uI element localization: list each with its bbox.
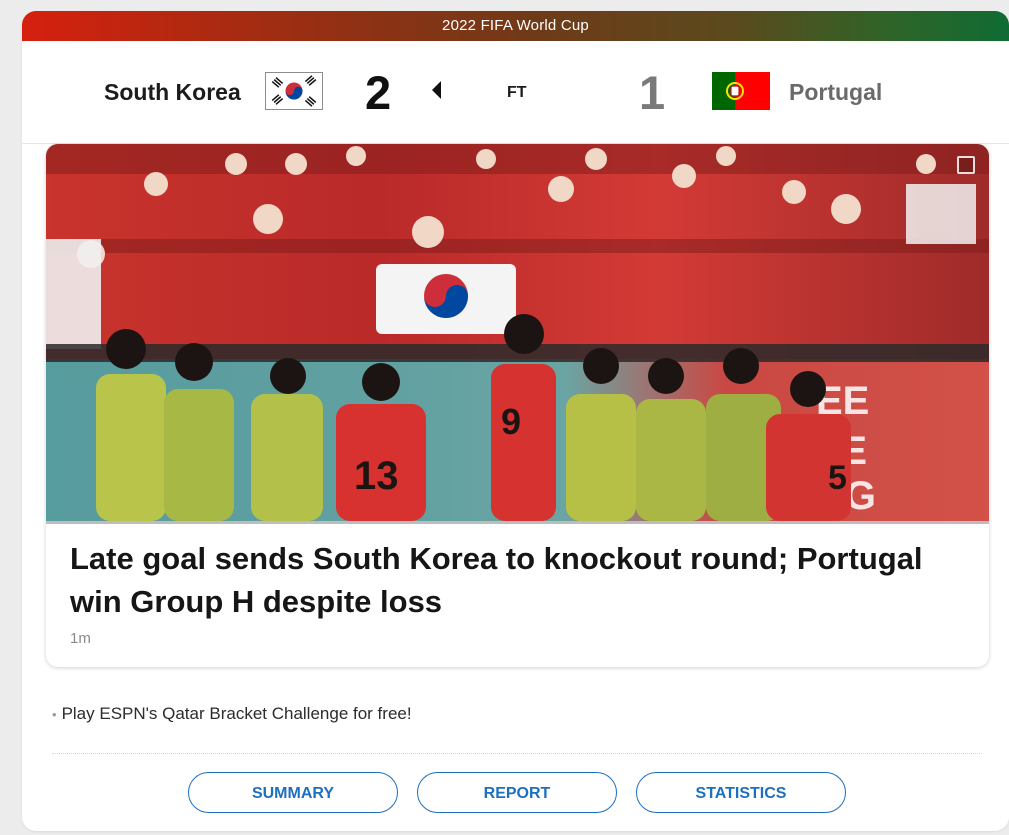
winner-indicator-icon: [432, 81, 441, 99]
portugal-flag-icon: [712, 72, 770, 110]
top-story-card[interactable]: EE LE NG: [46, 144, 989, 667]
match-status: FT: [507, 84, 527, 101]
photo-gallery-icon[interactable]: [957, 156, 975, 174]
away-team-name: Portugal: [789, 79, 883, 105]
celebration-photo[interactable]: EE LE NG: [46, 144, 989, 521]
photo-divider: [46, 521, 989, 524]
report-button[interactable]: REPORT: [417, 772, 617, 813]
story-headline[interactable]: Late goal sends South Korea to knockout …: [70, 537, 950, 623]
section-divider: [52, 753, 982, 754]
home-team-name: South Korea: [104, 79, 241, 105]
south-korea-flag-icon: [265, 72, 323, 110]
story-timestamp: 1m: [70, 630, 91, 647]
bracket-promo-text: Play ESPN's Qatar Bracket Challenge for …: [61, 704, 412, 723]
svg-text:5: 5: [828, 459, 847, 497]
svg-text:9: 9: [501, 401, 521, 442]
competition-title: 2022 FIFA World Cup: [442, 17, 589, 34]
summary-button[interactable]: SUMMARY: [188, 772, 398, 813]
away-team-score: 1: [639, 66, 666, 119]
bracket-promo-link[interactable]: • Play ESPN's Qatar Bracket Challenge for…: [52, 703, 412, 726]
scoreboard[interactable]: South Korea 2 FT 1 Portugal: [22, 41, 1009, 144]
bullet-icon: •: [52, 707, 57, 722]
match-card: 2022 FIFA World Cup South Korea 2 FT 1 P…: [22, 11, 1009, 831]
statistics-button[interactable]: STATISTICS: [636, 772, 846, 813]
svg-text:13: 13: [354, 454, 399, 498]
competition-banner[interactable]: 2022 FIFA World Cup: [22, 11, 1009, 41]
home-team-score: 2: [365, 66, 392, 119]
